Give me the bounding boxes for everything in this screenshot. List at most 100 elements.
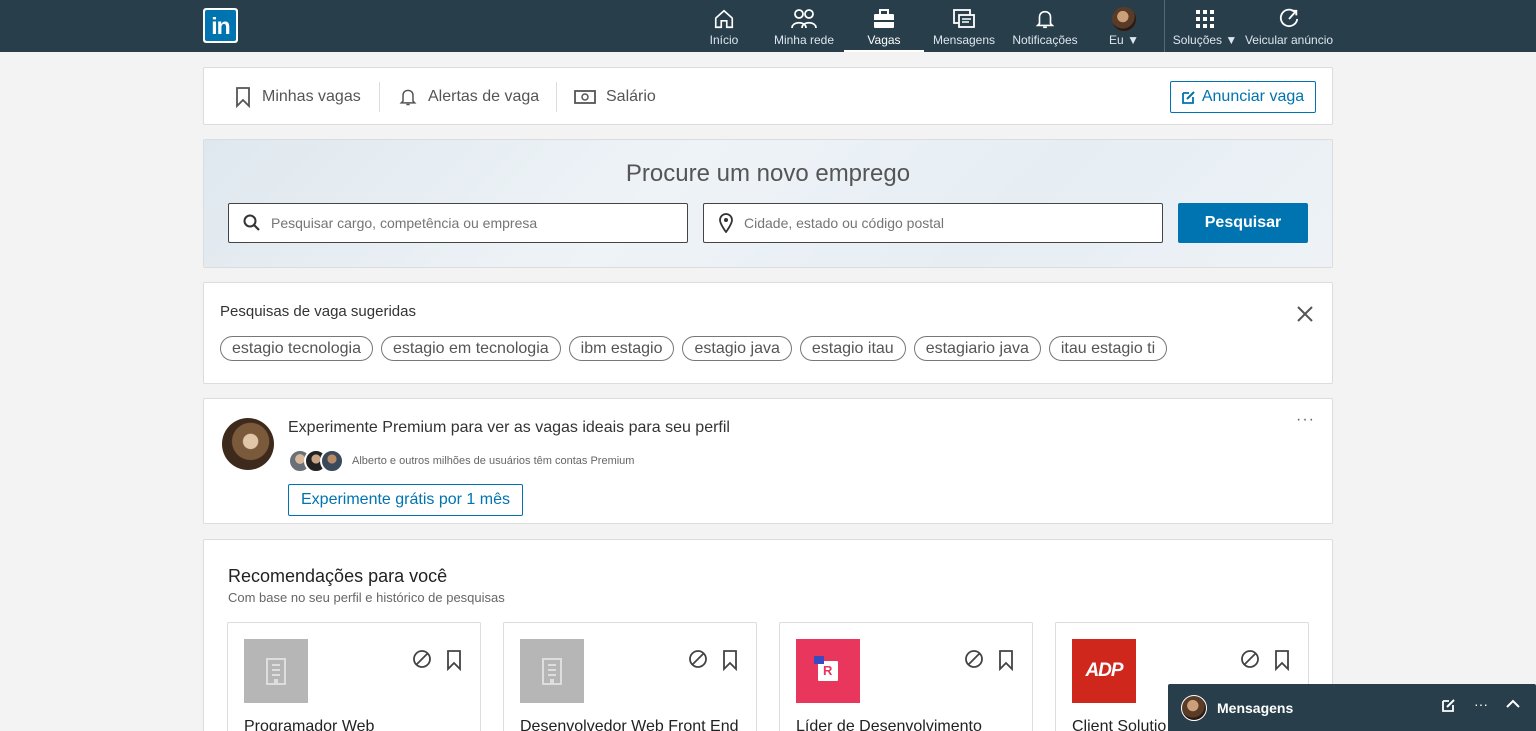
nav-label-network: Minha rede (773, 33, 835, 47)
home-icon (713, 7, 735, 31)
post-job-label: Anunciar vaga (1201, 88, 1305, 105)
job-title[interactable]: Desenvolvedor Web Front End (520, 718, 738, 731)
suggested-pill[interactable]: estagio tecnologia (220, 336, 373, 361)
bell-icon (1034, 7, 1056, 31)
nav-label-me: Eu (1109, 33, 1124, 47)
close-icon[interactable] (1296, 305, 1314, 323)
more-options-icon[interactable]: ··· (1296, 411, 1315, 429)
save-job-icon[interactable] (998, 649, 1014, 671)
subnav-divider (556, 82, 557, 112)
nav-label-solutions: Soluções (1172, 33, 1223, 47)
suggested-pill[interactable]: itau estagio ti (1048, 336, 1168, 361)
more-options-icon[interactable]: ··· (1474, 697, 1488, 712)
save-job-icon[interactable] (1274, 649, 1290, 671)
job-card[interactable]: Programador Web (227, 622, 481, 731)
nav-label-messages: Mensagens (932, 33, 996, 47)
r-logo-letter: R (823, 663, 833, 678)
job-alerts-label: Alertas de vaga (428, 88, 540, 105)
job-title[interactable]: Programador Web (244, 718, 374, 731)
suggested-pills: estagio tecnologia estagio em tecnologia… (220, 336, 1168, 361)
subnav-divider (379, 82, 380, 112)
building-icon (244, 639, 308, 703)
nav-item-jobs[interactable]: Vagas (844, 0, 924, 52)
ad-icon (1278, 7, 1300, 31)
suggested-pill[interactable]: ibm estagio (568, 336, 675, 361)
messaging-actions: ··· (1442, 697, 1520, 712)
search-title: Procure um novo emprego (625, 160, 911, 187)
job-actions (1240, 649, 1290, 671)
messaging-bar[interactable]: Mensagens ··· (1168, 684, 1536, 731)
money-icon (574, 90, 596, 104)
messaging-label: Mensagens (1217, 699, 1294, 716)
search-icon (243, 214, 260, 231)
suggested-searches: Pesquisas de vaga sugeridas estagio tecn… (203, 282, 1333, 384)
job-actions (964, 649, 1014, 671)
edit-icon (1181, 91, 1195, 104)
compose-icon[interactable] (1442, 698, 1456, 712)
suggested-title: Pesquisas de vaga sugeridas (220, 303, 416, 320)
nav-item-notifications[interactable]: Notificações (1010, 0, 1080, 52)
logo-text: in (205, 10, 236, 41)
job-search-panel: Procure um novo emprego Pesquisar (203, 139, 1333, 268)
suggested-pill[interactable]: estagio java (682, 336, 792, 361)
search-button[interactable]: Pesquisar (1178, 203, 1308, 243)
avatar-wrap (1112, 7, 1136, 31)
location-search-input[interactable] (744, 215, 1124, 231)
job-card[interactable]: R Líder de Desenvolvimento (779, 622, 1033, 731)
profile-avatar (222, 418, 274, 470)
salary-link[interactable]: Salário (574, 68, 656, 126)
nav-me-label-wrap: Eu ▼ (1109, 33, 1139, 47)
nav-label-advertise: Veicular anúncio (1244, 33, 1334, 47)
nav-label-home: Início (709, 33, 739, 47)
company-logo-adp: ADP (1072, 639, 1136, 703)
hide-job-icon[interactable] (688, 649, 708, 669)
keyword-search-input[interactable] (271, 215, 651, 231)
save-job-icon[interactable] (446, 649, 462, 671)
adp-logo-text: ADP (1085, 660, 1123, 681)
briefcase-icon (872, 7, 896, 31)
chevron-up-icon[interactable] (1506, 698, 1520, 710)
grid-icon (1195, 7, 1215, 31)
recommendations-title: Recomendações para você (228, 566, 448, 586)
premium-upsell: Experimente Premium para ver as vagas id… (203, 398, 1333, 524)
nav-solutions-label-wrap: Soluções ▼ (1173, 33, 1238, 47)
location-search-box[interactable] (703, 203, 1163, 243)
top-nav: in Início Minha rede Vagas Mensagens Not… (0, 0, 1536, 52)
suggested-pill[interactable]: estagiario java (913, 336, 1041, 361)
my-jobs-link[interactable]: Minhas vagas (234, 68, 361, 126)
nav-item-home[interactable]: Início (704, 0, 744, 52)
save-job-icon[interactable] (722, 649, 738, 671)
nav-item-advertise[interactable]: Veicular anúncio (1244, 0, 1334, 52)
try-premium-button[interactable]: Experimente grátis por 1 mês (288, 484, 523, 516)
linkedin-logo[interactable]: in (203, 8, 238, 43)
location-pin-icon (719, 213, 733, 233)
hide-job-icon[interactable] (964, 649, 984, 669)
suggested-pill[interactable]: estagio itau (799, 336, 906, 361)
avatar (1181, 694, 1207, 721)
nav-item-messages[interactable]: Mensagens (932, 0, 996, 52)
job-alerts-link[interactable]: Alertas de vaga (398, 68, 539, 126)
job-card[interactable]: Desenvolvedor Web Front End (503, 622, 757, 731)
company-logo-r: R (796, 639, 860, 703)
premium-member-faces (288, 449, 344, 473)
avatar (1112, 7, 1136, 31)
salary-label: Salário (606, 88, 656, 105)
suggested-pill[interactable]: estagio em tecnologia (380, 336, 561, 361)
keyword-search-box[interactable] (228, 203, 688, 243)
r-logo-mark: R (814, 656, 838, 681)
nav-label-jobs: Vagas (867, 33, 901, 47)
hide-job-icon[interactable] (1240, 649, 1260, 669)
job-actions (688, 649, 738, 671)
nav-label-notifications: Notificações (1012, 33, 1078, 47)
hide-job-icon[interactable] (412, 649, 432, 669)
nav-item-solutions[interactable]: Soluções ▼ (1172, 0, 1238, 52)
building-icon (520, 639, 584, 703)
job-title[interactable]: Líder de Desenvolvimento (796, 718, 982, 731)
post-job-button[interactable]: Anunciar vaga (1170, 81, 1316, 113)
nav-item-network[interactable]: Minha rede (770, 0, 838, 52)
member-avatar (320, 449, 344, 473)
nav-divider (1164, 0, 1165, 52)
job-title[interactable]: Client Solutio (1072, 718, 1166, 731)
nav-item-me[interactable]: Eu ▼ (1106, 0, 1142, 52)
my-jobs-label: Minhas vagas (262, 88, 361, 105)
